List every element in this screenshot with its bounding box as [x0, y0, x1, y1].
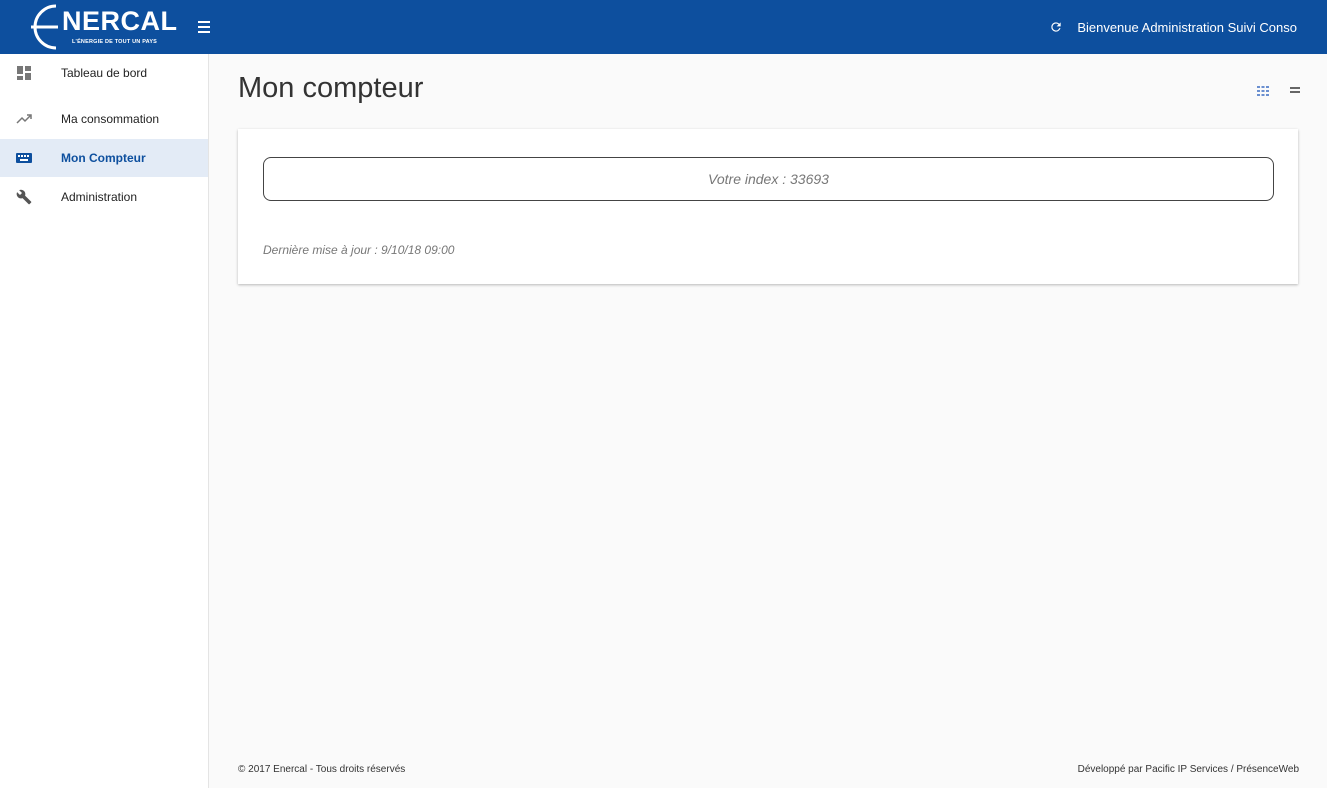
list-view-icon[interactable] [1290, 86, 1302, 96]
footer-credits: Développé par Pacific IP Services / Prés… [1077, 764, 1299, 775]
top-header: NERCAL L'ÉNERGIE DE TOUT UN PAYS Bienven… [0, 0, 1327, 54]
refresh-icon[interactable] [1049, 20, 1063, 34]
last-update-text: Dernière mise à jour : 9/10/18 09:00 [263, 243, 455, 257]
meter-index-box: Votre index : 33693 [263, 157, 1274, 201]
keyboard-icon [15, 149, 33, 167]
sidebar: Tableau de bord Ma consommation Mon Comp… [0, 54, 209, 788]
sidebar-item-tableau-de-bord[interactable]: Tableau de bord [0, 54, 208, 92]
trending-up-icon [15, 110, 33, 128]
sidebar-item-label: Mon Compteur [61, 151, 146, 165]
page-title: Mon compteur [238, 72, 424, 104]
dashboard-icon [15, 64, 33, 82]
hamburger-menu-icon[interactable] [198, 18, 214, 36]
header-right: Bienvenue Administration Suivi Conso [1049, 0, 1297, 54]
sidebar-item-label: Administration [61, 190, 138, 204]
sidebar-item-label: Tableau de bord [61, 66, 148, 80]
meter-card: Votre index : 33693 Dernière mise à jour… [238, 129, 1298, 284]
grid-view-icon[interactable] [1257, 86, 1269, 96]
meter-index-text: Votre index : 33693 [708, 171, 829, 187]
sidebar-item-administration[interactable]: Administration [0, 178, 208, 216]
logo-text: NERCAL [62, 6, 178, 36]
wrench-icon [15, 188, 33, 206]
enercal-logo[interactable]: NERCAL L'ÉNERGIE DE TOUT UN PAYS [28, 2, 178, 50]
sidebar-item-label: Ma consommation [61, 112, 160, 126]
logo-tagline: L'ÉNERGIE DE TOUT UN PAYS [72, 39, 158, 45]
footer-copyright: © 2017 Enercal - Tous droits réservés [238, 764, 406, 775]
welcome-text: Bienvenue Administration Suivi Conso [1077, 19, 1297, 35]
sidebar-item-ma-consommation[interactable]: Ma consommation [0, 100, 208, 138]
sidebar-item-mon-compteur[interactable]: Mon Compteur [0, 139, 208, 177]
